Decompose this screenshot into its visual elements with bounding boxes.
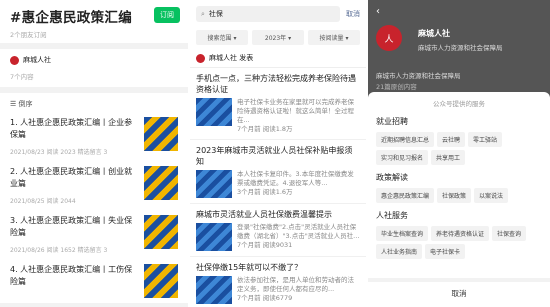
search-result[interactable]: 2023年麻城市灵活就业人员社保补贴申报须知 本人社保卡复印件。3.本年度社保缴费…	[190, 140, 366, 204]
service-chip[interactable]: 电子社保卡	[425, 244, 466, 259]
article-list: ☰ 倒序 1. 人社惠企惠民政策汇编丨企业参保篇 2021/08/23 阅读 20…	[0, 93, 188, 303]
search-icon: ⌕	[201, 9, 205, 18]
subscribe-button[interactable]: 订阅	[154, 7, 180, 23]
account-name: 麻城人社	[418, 29, 450, 38]
service-chip[interactable]: 以案说法	[474, 188, 509, 203]
search-result[interactable]: 手机点一点，三种方法轻松完成养老保险待遇资格认证 电子社保卡业务在家里就可以完成养…	[190, 68, 366, 140]
service-chip[interactable]: 共享用工	[431, 150, 466, 165]
thumbnail	[144, 264, 178, 298]
service-chip[interactable]: 社保查询	[492, 226, 527, 241]
sheet-title: 公众号提供的服务	[433, 100, 485, 108]
section-title: 人社服务	[376, 211, 408, 220]
services-sheet: 公众号提供的服务 就业招聘 近期招聘信息汇总 云社聘 零工驿站 实习和见习报名 …	[368, 92, 550, 307]
list-item[interactable]: 3. 人社惠企惠民政策汇编丨失业保险篇 2021/08/26 阅读 1652 精选…	[10, 215, 178, 254]
list-item[interactable]: 2. 人社惠企惠民政策汇编丨创业就业篇 2021/08/25 阅读 2044	[10, 166, 178, 205]
section-title: 政策解读	[376, 173, 408, 182]
topic-panel: #惠企惠民政策汇编 2个朋友订阅 订阅 麻城人社 7个内容 ☰ 倒序 1. 人社…	[0, 0, 188, 307]
search-bar: ⌕ 社保 取消	[190, 0, 366, 28]
service-chip[interactable]: 毕业生档案查询	[376, 226, 429, 241]
account-logo-icon	[196, 53, 205, 63]
account-profile-panel: ‹ 人 麻城人社 麻城市人力资源和社会保障局 麻城市人力资源和社会保障局 21篇…	[368, 0, 550, 307]
account-desc: 麻城市人力资源和社会保障局	[418, 44, 503, 52]
account-subtitle: 麻城市人力资源和社会保障局	[376, 72, 461, 80]
search-result[interactable]: 社保停缴15年就可以不缴了？ 依法参加社保，是用人单位和劳动者的法定义务，即使任何…	[190, 257, 366, 307]
service-chip[interactable]: 近期招聘信息汇总	[376, 132, 435, 147]
section-title: 就业招聘	[376, 117, 408, 126]
cancel-button[interactable]: 取消	[346, 9, 360, 19]
search-result[interactable]: 麻城市灵活就业人员社保缴费温馨提示 登录"社保缴费"2.点击"灵活就业人员社保缴费…	[190, 204, 366, 257]
subscriber-count: 2个朋友订阅	[10, 31, 47, 39]
account-logo-icon	[10, 55, 19, 65]
topic-header: #惠企惠民政策汇编 2个朋友订阅 订阅	[0, 0, 188, 43]
content-count: 7个内容	[10, 73, 34, 81]
account-logo-icon: 人	[376, 25, 402, 51]
list-item[interactable]: 4. 人社惠企惠民政策汇编丨工伤保险篇	[10, 264, 178, 298]
thumbnail	[144, 117, 178, 151]
service-chip[interactable]: 实习和见习报名	[376, 150, 429, 165]
filter-bar: 搜索范围 ▾ 2023年 ▾ 按阅读量 ▾	[190, 28, 366, 49]
back-icon[interactable]: ‹	[376, 6, 542, 17]
cancel-button[interactable]: 取消	[368, 278, 550, 299]
account-name: 麻城人社	[23, 56, 51, 64]
source-row: 麻城人社 发表	[190, 49, 366, 68]
thumbnail	[144, 166, 178, 200]
thumbnail	[144, 215, 178, 249]
filter-sort[interactable]: 按阅读量 ▾	[308, 30, 360, 45]
service-chip[interactable]: 人社业务指南	[376, 244, 423, 259]
service-chip[interactable]: 社保政策	[437, 188, 472, 203]
search-input[interactable]: ⌕ 社保	[196, 6, 340, 22]
service-chip[interactable]: 零工驿站	[468, 132, 503, 147]
service-chip[interactable]: 云社聘	[437, 132, 466, 147]
topic-title: #惠企惠民政策汇编	[10, 10, 133, 26]
service-chip[interactable]: 养老待遇资格认证	[431, 226, 490, 241]
account-card[interactable]: 麻城人社 7个内容	[0, 49, 188, 87]
service-chip[interactable]: 惠企惠民政策汇编	[376, 188, 435, 203]
filter-scope[interactable]: 搜索范围 ▾	[196, 30, 248, 45]
filter-year[interactable]: 2023年 ▾	[252, 30, 304, 45]
sort-toggle[interactable]: ☰ 倒序	[10, 99, 178, 109]
search-panel: ⌕ 社保 取消 搜索范围 ▾ 2023年 ▾ 按阅读量 ▾ 麻城人社 发表 手机点…	[190, 0, 366, 307]
list-item[interactable]: 1. 人社惠企惠民政策汇编丨企业参保篇 2021/08/23 阅读 2023 精选…	[10, 117, 178, 156]
original-count: 21篇原创内容	[376, 83, 417, 91]
